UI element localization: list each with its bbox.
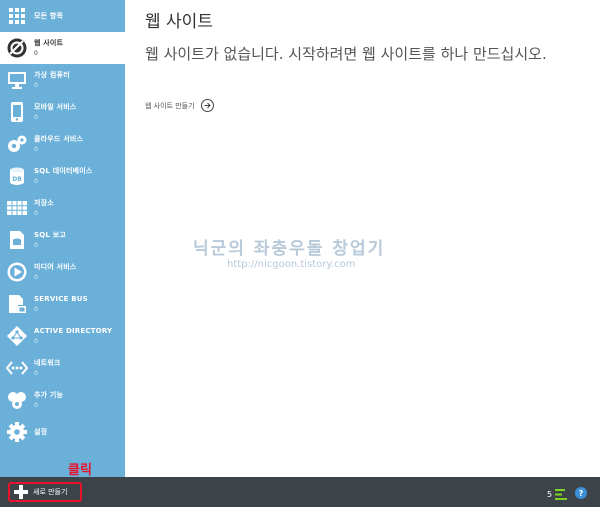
sidebar-item-label: 가상 컴퓨터 [34,70,70,79]
sidebar-item-settings[interactable]: 설정 [0,416,125,448]
click-callout: 클릭 [68,463,92,478]
sidebar-item-count: 0 [34,145,38,153]
sidebar-item-label: 설정 [34,428,48,436]
sidebar-item-count: 0 [34,49,38,57]
sidebar-item-count: 0 [34,241,38,249]
service-bus-icon [5,292,29,316]
sidebar-item-count: 0 [34,113,38,121]
empty-state-message: 웹 사이트가 없습니다. 시작하려면 웹 사이트를 하나 만드십시오. [145,45,547,63]
sidebar-item-all-items[interactable]: 모든 항목 [0,0,125,32]
watermark-url: http://nicgoon.tistory.com [227,259,356,270]
sidebar-item-label: 미디어 서비스 [34,262,77,271]
sidebar-item-media-services[interactable]: 미디어 서비스 0 [0,256,125,288]
grid-icon [5,4,29,28]
sidebar-item-label: SQL 데이터베이스 [34,166,93,175]
sidebar-item-count: 0 [34,273,38,281]
report-icon [5,228,29,252]
sidebar-item-count: 0 [34,337,38,345]
sidebar-item-count: 0 [34,369,38,377]
svg-text:DB: DB [12,176,22,183]
page-title: 웹 사이트 [145,12,213,32]
sidebar-item-label: SQL 보고 [34,230,66,239]
sidebar-item-count: 0 [34,401,38,409]
activity-icon[interactable] [555,486,568,500]
sidebar-item-sql-databases[interactable]: DB SQL 데이터베이스 0 [0,160,125,192]
directory-diamond-icon [5,324,29,348]
sidebar-item-active-directory[interactable]: ACTIVE DIRECTORY 0 [0,320,125,352]
sidebar-item-storage[interactable]: 저장소 0 [0,192,125,224]
sidebar-nav: 모든 항목 웹 사이트 0 가상 컴퓨터 0 모바일 서비스 0 클라우드 서비스 0 … [0,0,125,477]
sidebar-item-count: 0 [34,209,38,217]
sidebar-item-service-bus[interactable]: SERVICE BUS 0 [0,288,125,320]
watermark-title: 닉군의 좌충우돌 창업기 [193,239,386,259]
notification-count: 5 [547,490,553,499]
sidebar-item-count: 0 [34,81,38,89]
sidebar-item-label: 클라우드 서비스 [34,134,84,143]
addons-icon [5,388,29,412]
sidebar-item-virtual-machines[interactable]: 가상 컴퓨터 0 [0,64,125,96]
plus-icon [14,485,28,499]
network-icon [5,356,29,380]
media-play-icon [5,260,29,284]
sidebar-item-mobile-services[interactable]: 모바일 서비스 0 [0,96,125,128]
sidebar-item-label: ACTIVE DIRECTORY [34,326,113,335]
command-bar: 새로 만들기 [0,477,600,507]
gear-icon [5,420,29,444]
new-button-label: 새로 만들기 [33,488,68,496]
globe-icon [5,36,29,60]
sidebar-item-label: 웹 사이트 [34,38,64,47]
create-website-label: 웹 사이트 만들기 [145,101,195,110]
sidebar-item-count: 0 [34,305,38,313]
sidebar-item-label: 모든 항목 [34,12,64,20]
create-website-link[interactable]: 웹 사이트 만들기 [145,99,214,112]
sidebar-item-label: 네트워크 [34,358,61,367]
database-icon: DB [5,164,29,188]
mobile-icon [5,100,29,124]
help-icon[interactable]: ? [575,487,587,499]
sidebar-item-add-ons[interactable]: 추가 기능 0 [0,384,125,416]
new-button[interactable]: 새로 만들기 [8,482,82,502]
gears-icon [5,132,29,156]
sidebar-item-web-sites[interactable]: 웹 사이트 0 [0,32,125,64]
monitor-icon [5,68,29,92]
sidebar-item-sql-reporting[interactable]: SQL 보고 0 [0,224,125,256]
storage-grid-icon [5,196,29,220]
sidebar-item-label: 저장소 [34,198,54,207]
sidebar-item-label: 추가 기능 [34,390,64,399]
sidebar-item-count: 0 [34,177,38,185]
arrow-right-circle-icon [200,99,214,112]
sidebar-item-label: 모바일 서비스 [34,102,77,111]
sidebar-item-cloud-services[interactable]: 클라우드 서비스 0 [0,128,125,160]
sidebar-item-label: SERVICE BUS [34,294,88,303]
sidebar-item-networks[interactable]: 네트워크 0 [0,352,125,384]
